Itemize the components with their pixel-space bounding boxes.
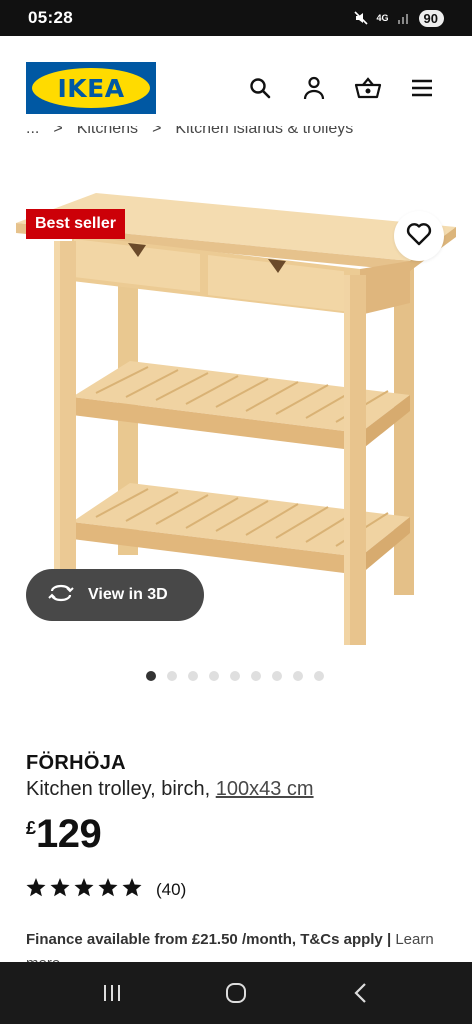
gallery-dot[interactable] [188, 671, 198, 681]
battery-indicator: 90 [418, 9, 444, 27]
view-in-3d-button[interactable]: View in 3D [26, 569, 204, 621]
product-description: Kitchen trolley, birch, 100x43 cm [26, 778, 314, 801]
gallery-dot[interactable] [272, 671, 282, 681]
status-bar: 05:28 4G 90 [0, 0, 472, 36]
view-in-3d-label: View in 3D [88, 586, 168, 603]
breadcrumb-separator: > [53, 126, 63, 137]
star-icon [26, 878, 46, 902]
mute-icon [353, 10, 369, 26]
price-currency: £ [26, 818, 37, 838]
breadcrumb-item-ellipsis[interactable]: ... [26, 126, 39, 150]
battery-level: 90 [423, 10, 438, 26]
rotate-3d-icon [48, 583, 74, 608]
gallery-dot[interactable] [146, 671, 156, 681]
product-price: £ 129 [26, 812, 102, 857]
network-type: 4G [376, 12, 389, 23]
site-header: IKEA [0, 36, 472, 136]
product-name: FÖRHÖJA [26, 752, 126, 774]
back-button[interactable] [338, 971, 382, 1015]
breadcrumb: ... > Kitchens > Kitchen islands & troll… [26, 126, 446, 150]
star-icon [74, 878, 94, 902]
favourite-button[interactable] [394, 211, 444, 261]
gallery-dot[interactable] [314, 671, 324, 681]
product-type: Kitchen trolley, birch, [26, 778, 211, 800]
breadcrumb-separator: > [152, 126, 162, 137]
product-rating[interactable]: (40) [26, 878, 186, 902]
menu-icon[interactable] [408, 74, 436, 102]
star-icon [50, 878, 70, 902]
gallery-dot[interactable] [209, 671, 219, 681]
basket-icon[interactable] [354, 74, 382, 102]
status-time: 05:28 [28, 8, 73, 27]
home-button[interactable] [214, 971, 258, 1015]
gallery-dot[interactable] [293, 671, 303, 681]
gallery-dot[interactable] [167, 671, 177, 681]
gallery-pagination [146, 671, 324, 681]
price-amount: 129 [36, 812, 102, 856]
status-icons: 4G 90 [353, 9, 444, 27]
recent-apps-button[interactable] [90, 971, 134, 1015]
star-icon [122, 878, 142, 902]
breadcrumb-item-kitchen-islands[interactable]: Kitchen islands & trolleys [175, 126, 353, 150]
header-actions [246, 74, 436, 102]
logo-text: IKEA [57, 73, 125, 103]
heart-icon [406, 222, 432, 251]
product-gallery[interactable]: Best seller View in 3D [0, 165, 472, 655]
signal-icon [397, 11, 411, 25]
logo-oval: IKEA [32, 68, 150, 108]
review-count[interactable]: (40) [156, 880, 186, 900]
breadcrumb-item-kitchens[interactable]: Kitchens [77, 126, 138, 150]
gallery-dot[interactable] [230, 671, 240, 681]
star-icon [98, 878, 118, 902]
ikea-logo[interactable]: IKEA [26, 62, 156, 114]
gallery-dot[interactable] [251, 671, 261, 681]
finance-text: Finance available from £21.50 /month, T&… [26, 931, 383, 948]
user-icon[interactable] [300, 74, 328, 102]
best-seller-badge: Best seller [26, 209, 125, 239]
system-nav-bar [0, 962, 472, 1024]
search-icon[interactable] [246, 74, 274, 102]
product-measurement-link[interactable]: 100x43 cm [216, 778, 314, 800]
